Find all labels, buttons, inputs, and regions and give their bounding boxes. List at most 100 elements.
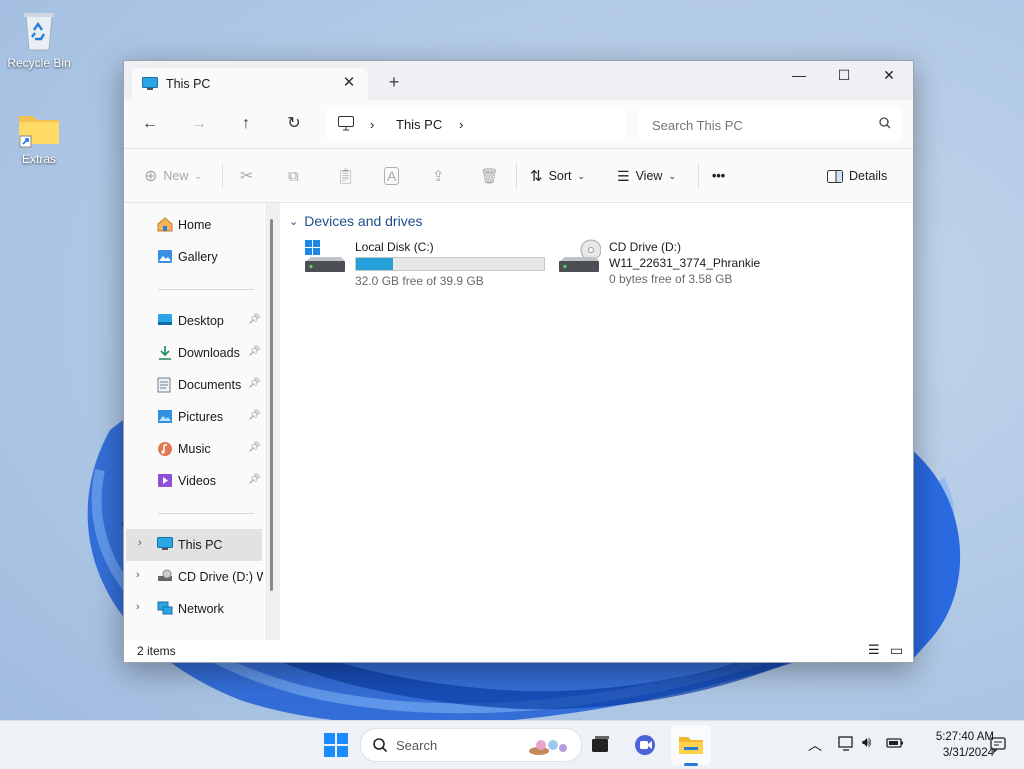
cut-button[interactable]: ✂	[240, 164, 253, 188]
pictures-icon	[158, 410, 172, 423]
sidebar-item-gallery[interactable]: Gallery	[124, 241, 263, 273]
chevron-down-icon: ⌄	[289, 215, 299, 228]
sidebar-item-label: Pictures	[178, 410, 224, 424]
tab-close-button[interactable]: ✕	[340, 74, 358, 92]
sidebar-item-videos[interactable]: Videos 📌︎	[124, 465, 263, 497]
sort-icon: ⇅	[530, 168, 543, 185]
breadcrumb-this-pc[interactable]: This PC	[396, 117, 442, 132]
divider	[222, 163, 223, 189]
sidebar-item-downloads[interactable]: Downloads 📌︎	[124, 337, 263, 369]
cd-drive-icon	[559, 239, 601, 272]
clock[interactable]: 5:27:40 AM 3/31/2024	[908, 729, 994, 761]
item-count: 2 items	[137, 644, 176, 658]
address-bar[interactable]: › This PC ›	[326, 108, 626, 140]
new-tab-button[interactable]: +	[382, 71, 406, 95]
breadcrumb-chevron-icon[interactable]: ›	[459, 117, 463, 132]
pin-icon: 📌︎	[248, 410, 261, 421]
search-icon	[373, 738, 388, 753]
title-bar: This PC ✕ + — ☐ ✕	[124, 61, 913, 100]
clipboard-icon: 📋︎	[336, 168, 356, 185]
sidebar-item-documents[interactable]: Documents 📌︎	[124, 369, 263, 401]
search-input[interactable]	[650, 114, 874, 136]
large-icons-view-icon[interactable]: ▭	[890, 642, 903, 659]
start-button[interactable]	[320, 729, 352, 761]
navigation-pane-scrollbar[interactable]	[265, 203, 280, 640]
sidebar-item-cd-drive[interactable]: › CD Drive (D:) W11_22631_3774_Phrankie	[124, 561, 263, 593]
downloads-icon	[159, 346, 171, 360]
group-header-devices-and-drives[interactable]: ⌄ Devices and drives	[289, 213, 423, 229]
desktop-icon-label: Extras	[21, 152, 56, 166]
refresh-button[interactable]: ↻	[280, 112, 308, 136]
pin-icon: 📌︎	[248, 314, 261, 325]
close-button[interactable]: ✕	[866, 61, 912, 89]
divider	[516, 163, 517, 189]
clock-time: 5:27:40 AM	[935, 731, 994, 743]
storage-bar	[355, 257, 545, 271]
sort-button[interactable]: ⇅ Sort ⌄	[530, 164, 585, 188]
divider	[698, 163, 699, 189]
desktop-icon-extras[interactable]: Extras	[3, 110, 75, 166]
search-box[interactable]	[638, 108, 902, 140]
new-button[interactable]: ⊕ New ⌄	[144, 164, 202, 188]
divider	[158, 513, 254, 514]
view-label: View	[635, 169, 663, 183]
delete-button[interactable]: 🗑︎	[480, 164, 499, 188]
drive-item-local-disk[interactable]: Local Disk (C:) 32.0 GB free of 39.9 GB	[303, 237, 545, 293]
network-status-icon[interactable]	[838, 736, 856, 752]
see-more-button[interactable]: •••	[712, 164, 725, 188]
sidebar-item-pictures[interactable]: Pictures 📌︎	[124, 401, 263, 433]
share-button[interactable]: ⇪	[432, 164, 445, 188]
drive-name: CD Drive (D:)	[609, 240, 681, 254]
chevron-right-icon[interactable]: ›	[136, 569, 140, 581]
file-explorer-icon[interactable]	[675, 729, 707, 761]
copy-button[interactable]: ⧉	[288, 164, 299, 188]
task-view-icon[interactable]	[584, 729, 616, 761]
back-button[interactable]: ←	[136, 112, 164, 136]
chevron-right-icon[interactable]: ›	[136, 601, 140, 613]
more-icon: •••	[712, 169, 726, 183]
status-bar: 2 items ☰ ▭	[124, 640, 913, 662]
drive-item-cd-drive[interactable]: CD Drive (D:) W11_22631_3774_Phrankie 0 …	[557, 237, 797, 293]
meet-icon[interactable]	[630, 729, 662, 761]
pin-icon: 📌︎	[248, 474, 261, 485]
rename-button[interactable]: A	[384, 164, 400, 188]
chevron-up-icon[interactable]: ︿	[808, 735, 822, 755]
sidebar-item-label: Documents	[178, 378, 242, 392]
breadcrumb-chevron-icon[interactable]: ›	[370, 117, 374, 132]
view-list-icon: ☰	[617, 167, 630, 184]
group-title: Devices and drives	[304, 213, 423, 229]
search-icon	[879, 117, 891, 129]
chevron-right-icon[interactable]: ›	[138, 537, 142, 549]
chevron-down-icon: ⌄	[194, 170, 202, 181]
up-button[interactable]: ↑	[232, 112, 260, 136]
content-area: ⌄ Devices and drives Local Disk (C:) 32.…	[281, 203, 912, 640]
this-pc-icon	[157, 537, 173, 550]
details-pane-icon	[827, 169, 843, 183]
maximize-button[interactable]: ☐	[821, 61, 867, 89]
sidebar-item-home[interactable]: Home	[124, 209, 263, 241]
sidebar-item-label: Network	[178, 602, 224, 616]
paste-button[interactable]: 📋︎	[336, 164, 355, 188]
scrollbar-thumb[interactable]	[270, 219, 273, 591]
tab-this-pc[interactable]: This PC ✕	[132, 68, 368, 100]
volume-icon[interactable]: 🔊︎	[862, 734, 871, 751]
sidebar-item-music[interactable]: Music 📌︎	[124, 433, 263, 465]
file-explorer-window: This PC ✕ + — ☐ ✕ ← → ↑ ↻ › This PC › Se…	[123, 60, 914, 663]
arrow-up-icon: ↑	[242, 115, 250, 132]
command-bar: ⊕ New ⌄ ✂ ⧉ 📋︎ A ⇪ 🗑︎ ⇅ Sort ⌄ ☰ View ⌄ …	[124, 149, 913, 203]
view-button[interactable]: ☰ View ⌄	[617, 164, 676, 188]
taskbar-search[interactable]: Search	[360, 728, 582, 762]
forward-button[interactable]: →	[185, 112, 213, 136]
sidebar-item-desktop[interactable]: Desktop 📌︎	[124, 305, 263, 337]
battery-icon[interactable]	[886, 737, 904, 749]
notification-icon[interactable]	[990, 737, 1006, 753]
sidebar-item-this-pc[interactable]: › This PC	[126, 529, 262, 561]
pin-icon: 📌︎	[248, 442, 261, 453]
desktop-icon-recycle-bin[interactable]: Recycle Bin	[3, 10, 75, 70]
minimize-button[interactable]: —	[776, 61, 822, 89]
sidebar-item-label: Videos	[178, 474, 216, 488]
details-button[interactable]: Details	[827, 164, 887, 188]
details-view-icon[interactable]: ☰	[868, 642, 880, 658]
sidebar-item-network[interactable]: › Network	[124, 593, 263, 625]
videos-icon	[158, 474, 172, 487]
